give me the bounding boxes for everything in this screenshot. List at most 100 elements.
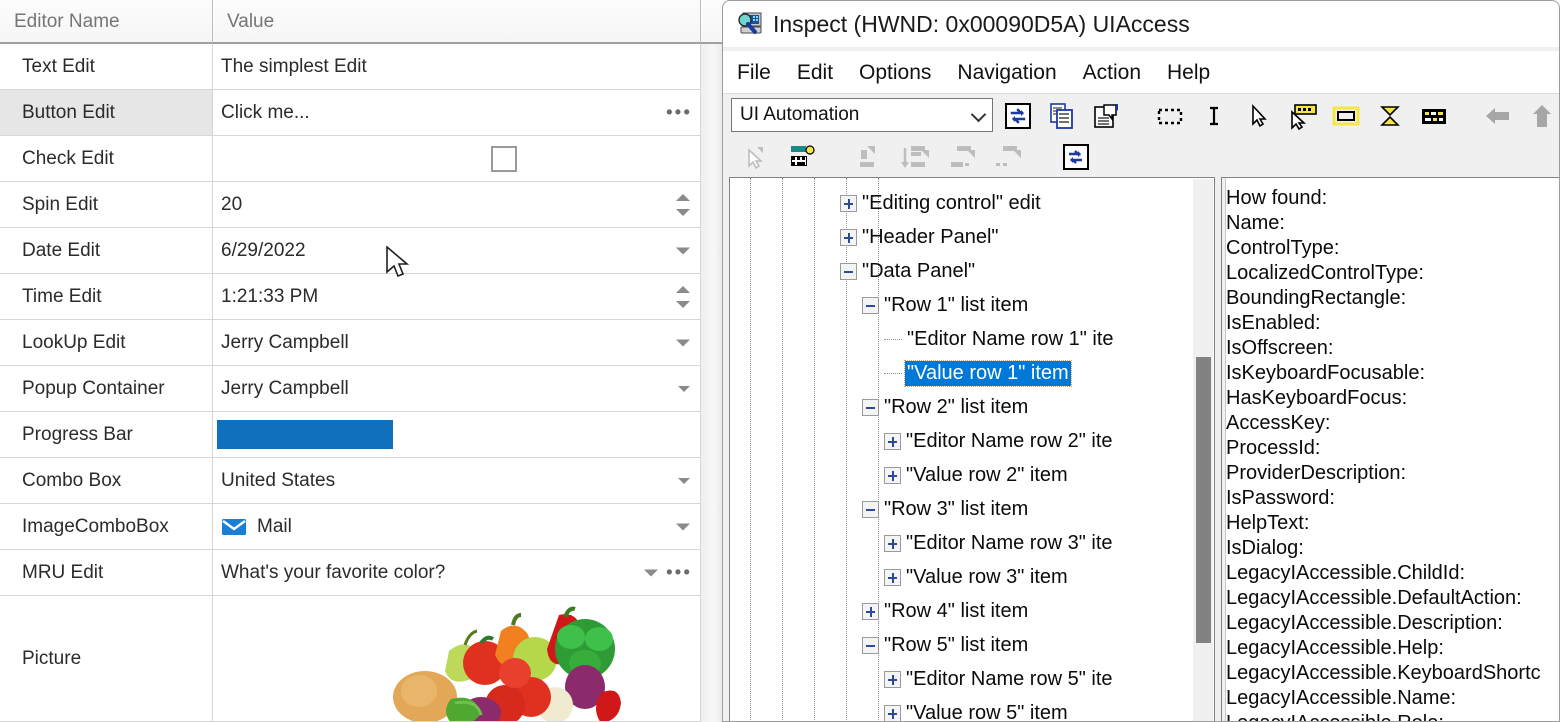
grid-row-name-cell[interactable]: MRU Edit: [0, 550, 212, 595]
dropdown-arrow-icon[interactable]: [676, 339, 690, 346]
property-row[interactable]: BoundingRectangle:: [1226, 286, 1406, 311]
expand-icon[interactable]: [884, 534, 901, 552]
tree-item[interactable]: "Header Panel": [840, 220, 999, 254]
tree-item[interactable]: "Row 2" list item: [862, 390, 1028, 424]
property-row[interactable]: IsPassword:: [1226, 486, 1335, 511]
grid-row-name-cell[interactable]: Popup Container: [0, 366, 212, 411]
grid-row-time-edit[interactable]: Time Edit 1:21:33 PM: [0, 274, 700, 320]
select-cursor-icon[interactable]: [1239, 99, 1277, 133]
grid-row-name-cell[interactable]: Spin Edit: [0, 182, 212, 227]
menu-item-options[interactable]: Options: [859, 61, 931, 85]
property-row[interactable]: LocalizedControlType:: [1226, 261, 1424, 286]
tree-item[interactable]: "Value row 3" item: [884, 560, 1068, 594]
property-row[interactable]: IsDialog:: [1226, 536, 1304, 561]
tree-item[interactable]: "Editing control" edit: [840, 186, 1041, 220]
grid-row-combo-box[interactable]: Combo Box United States: [0, 458, 700, 504]
spin-up-icon[interactable]: [676, 285, 690, 293]
content-view-icon[interactable]: [943, 140, 981, 174]
ellipsis-button[interactable]: •••: [666, 563, 692, 582]
dropdown-arrow-icon[interactable]: [678, 477, 690, 484]
expand-icon[interactable]: [840, 228, 857, 246]
tree-item[interactable]: "Editor Name row 5" ite: [884, 662, 1113, 696]
property-row[interactable]: ProviderDescription:: [1226, 461, 1406, 486]
property-row[interactable]: AccessKey:: [1226, 411, 1330, 436]
collapse-icon[interactable]: [840, 262, 857, 280]
grid-row-name-cell[interactable]: ImageComboBox: [0, 504, 212, 549]
grid-row-value-cell[interactable]: [212, 136, 700, 181]
grid-row-date-edit[interactable]: Date Edit 6/29/2022: [0, 228, 700, 274]
column-header-editor-name[interactable]: Editor Name: [0, 0, 212, 43]
property-row[interactable]: ControlType:: [1226, 236, 1339, 261]
copy-icon[interactable]: [1043, 99, 1081, 133]
refresh2-icon[interactable]: [1057, 140, 1095, 174]
grid-row-spin-edit[interactable]: Spin Edit 20: [0, 182, 700, 228]
grid-row-imagecombobox[interactable]: ImageComboBox Mail: [0, 504, 700, 550]
collapse-icon[interactable]: [862, 296, 879, 314]
property-row[interactable]: HelpText:: [1226, 511, 1309, 536]
tree-item[interactable]: "Row 5" list item: [862, 628, 1028, 662]
grid-row-name-cell[interactable]: Date Edit: [0, 228, 212, 273]
expand-icon[interactable]: [884, 432, 901, 450]
nav-up-icon[interactable]: [1523, 99, 1559, 133]
property-row[interactable]: LegacyIAccessible.ChildId:: [1226, 561, 1465, 586]
spin-down-icon[interactable]: [676, 300, 690, 308]
grid-row-value-cell[interactable]: 20: [212, 182, 700, 227]
tree-item[interactable]: "Editor Name row 3" ite: [884, 526, 1113, 560]
check-edit-checkbox[interactable]: [491, 145, 517, 172]
tree-item[interactable]: "Row 3" list item: [862, 492, 1028, 526]
grid-row-progress-bar[interactable]: Progress Bar: [0, 412, 700, 458]
refresh-icon[interactable]: [999, 99, 1037, 133]
spin-buttons[interactable]: [676, 193, 690, 216]
ui-tree-pane[interactable]: "Editing control" edit "Header Panel" "Dat…: [729, 177, 1215, 721]
highlight-rect-icon[interactable]: [1327, 99, 1365, 133]
grid-row-popup-container[interactable]: Popup Container Jerry Campbell: [0, 366, 700, 412]
grid-row-lookup-edit[interactable]: LookUp Edit Jerry Campbell: [0, 320, 700, 366]
property-row[interactable]: IsEnabled:: [1226, 311, 1321, 336]
property-row[interactable]: HasKeyboardFocus:: [1226, 386, 1407, 411]
grid-row-name-cell[interactable]: Time Edit: [0, 274, 212, 319]
grid-row-value-cell[interactable]: Jerry Campbell: [212, 320, 700, 365]
ellipsis-button[interactable]: •••: [666, 103, 692, 122]
grid-row-name-cell[interactable]: Picture: [0, 596, 212, 721]
column-header-value[interactable]: Value: [212, 0, 700, 43]
grid-row-value-cell[interactable]: [212, 412, 700, 457]
tree-item[interactable]: "Data Panel": [840, 254, 975, 288]
dropdown-arrow-icon[interactable]: [678, 385, 690, 392]
tree-item[interactable]: "Row 1" list item: [862, 288, 1028, 322]
grid-row-picture[interactable]: Picture: [0, 596, 700, 722]
grid-row-name-cell[interactable]: Combo Box: [0, 458, 212, 503]
collapse-icon[interactable]: [862, 398, 879, 416]
menu-item-help[interactable]: Help: [1167, 61, 1210, 85]
mode-combobox[interactable]: UI Automation: [731, 98, 993, 132]
menu-item-navigation[interactable]: Navigation: [957, 61, 1056, 85]
property-row[interactable]: LegacyIAccessible.DefaultAction:: [1226, 586, 1522, 611]
properties-pane[interactable]: How found: Name: ControlType: LocalizedCont…: [1221, 177, 1559, 721]
grid-row-value-cell[interactable]: Jerry Campbell: [212, 366, 700, 411]
tree-scrollbar-thumb[interactable]: [1196, 357, 1211, 643]
property-row[interactable]: LegacyIAccessible.Role:: [1226, 711, 1444, 721]
tree-item[interactable]: "Editor Name row 1" ite: [884, 322, 1114, 356]
nav-left-icon[interactable]: [1479, 99, 1517, 133]
grid-row-value-cell[interactable]: 1:21:33 PM: [212, 274, 700, 319]
grid-vertical-scroll-gutter[interactable]: [700, 44, 722, 722]
grid-row-text-edit[interactable]: Text Edit The simplest Edit: [0, 44, 700, 90]
spin-buttons[interactable]: [676, 285, 690, 308]
grid-row-value-cell[interactable]: Mail: [212, 504, 700, 549]
grid-row-value-cell[interactable]: The simplest Edit: [212, 44, 700, 89]
grid-row-mru-edit[interactable]: MRU Edit What's your favorite color? •••: [0, 550, 700, 596]
property-row[interactable]: Name:: [1226, 211, 1285, 236]
grid-row-value-cell[interactable]: [212, 596, 700, 721]
property-row[interactable]: LegacyIAccessible.KeyboardShortc: [1226, 661, 1541, 686]
property-row[interactable]: IsOffscreen:: [1226, 336, 1333, 361]
property-row[interactable]: How found:: [1226, 186, 1327, 211]
tree-item[interactable]: "Row 4" list item: [862, 594, 1028, 628]
control-view-icon[interactable]: [897, 140, 935, 174]
custom-view-icon[interactable]: [989, 140, 1027, 174]
menu-item-edit[interactable]: Edit: [797, 61, 833, 85]
grid-row-name-cell[interactable]: Text Edit: [0, 44, 212, 89]
spin-down-icon[interactable]: [676, 208, 690, 216]
expand-icon[interactable]: [884, 670, 901, 688]
hover-highlight-icon[interactable]: [1283, 99, 1321, 133]
grid-row-name-cell[interactable]: LookUp Edit: [0, 320, 212, 365]
property-row[interactable]: ProcessId:: [1226, 436, 1320, 461]
